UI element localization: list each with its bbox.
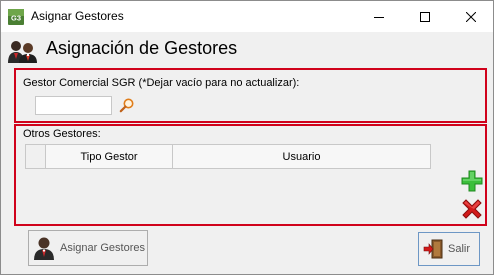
row-header-corner <box>26 145 46 168</box>
assign-managers-button[interactable]: Asignar Gestores <box>28 230 148 266</box>
assign-managers-label: Asignar Gestores <box>60 242 145 254</box>
users-group-icon <box>8 41 37 63</box>
managers-table[interactable]: Tipo Gestor Usuario <box>25 144 431 169</box>
column-header-tipo-gestor[interactable]: Tipo Gestor <box>46 145 173 168</box>
app-icon: G3 <box>8 9 24 25</box>
search-icon[interactable] <box>119 97 135 113</box>
minimize-button[interactable] <box>356 1 402 32</box>
dialog-window: G3 Asignar Gestores Asignación de Gestor… <box>0 0 494 275</box>
close-button[interactable] <box>448 1 494 32</box>
delete-icon[interactable] <box>460 197 484 221</box>
page-title: Asignación de Gestores <box>46 38 238 58</box>
maximize-icon <box>420 11 430 22</box>
maximize-button[interactable] <box>402 1 448 32</box>
exit-button[interactable]: Salir <box>418 232 480 266</box>
close-icon <box>466 11 476 22</box>
minimize-icon <box>374 16 384 18</box>
commercial-manager-label: Gestor Comercial SGR (*Dejar vacío para … <box>23 77 300 89</box>
user-icon <box>34 237 54 260</box>
exit-label: Salir <box>448 243 471 255</box>
commercial-manager-input[interactable] <box>35 96 112 115</box>
exit-door-icon <box>423 239 443 259</box>
other-managers-label: Otros Gestores: <box>23 128 101 140</box>
svg-text:G3: G3 <box>11 14 21 23</box>
title-bar[interactable]: G3 Asignar Gestores <box>1 1 493 32</box>
window-title: Asignar Gestores <box>31 9 124 23</box>
add-icon[interactable] <box>460 170 484 192</box>
column-header-usuario[interactable]: Usuario <box>173 145 430 168</box>
